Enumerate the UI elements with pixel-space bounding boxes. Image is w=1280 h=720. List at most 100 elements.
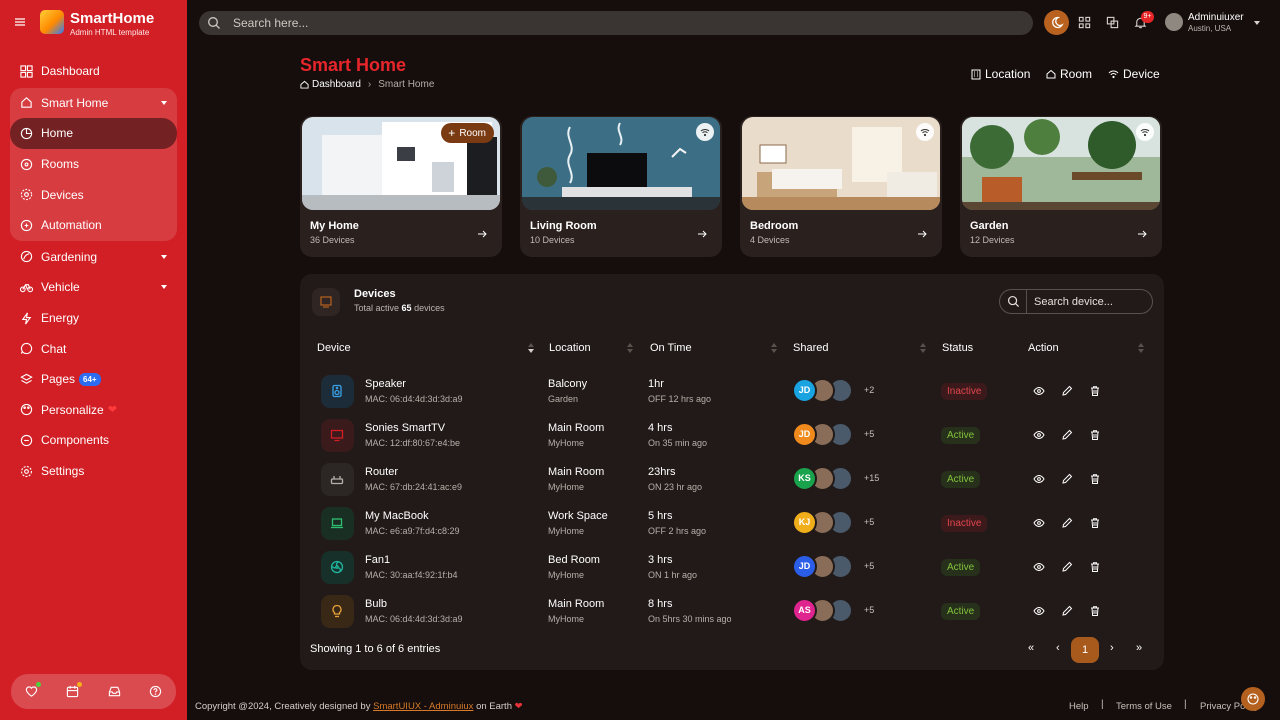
add-room-button[interactable]: + Room <box>441 123 494 143</box>
customize-button[interactable] <box>1241 687 1265 711</box>
column-action[interactable]: Action <box>1028 342 1059 354</box>
sidebar-item-automation[interactable]: Automation <box>10 210 177 241</box>
arrow-right-icon[interactable] <box>917 229 927 239</box>
device-name[interactable]: Speaker <box>365 378 406 390</box>
help-link[interactable]: Help <box>1069 701 1089 712</box>
trash-icon[interactable] <box>1089 517 1101 529</box>
room-card[interactable]: + Room My Home 36 Devices <box>300 116 502 257</box>
sidebar-nav: Dashboard Smart Home Home Rooms Devices <box>10 56 177 486</box>
arrow-right-icon[interactable] <box>477 229 487 239</box>
eye-icon[interactable] <box>1033 473 1045 485</box>
help-icon[interactable] <box>149 685 162 698</box>
room-card[interactable]: Garden 12 Devices <box>960 116 1162 257</box>
device-name[interactable]: Sonies SmartTV <box>365 422 445 434</box>
table-row[interactable]: Fan1 MAC: 30:aa:f4:92:1f:b4 Bed Room MyHome… <box>300 548 1164 592</box>
sort-icon[interactable] <box>627 343 634 354</box>
device-name[interactable]: Fan1 <box>365 554 390 566</box>
sidebar-item-settings[interactable]: Settings <box>10 456 177 487</box>
column-shared[interactable]: Shared <box>793 342 828 354</box>
shared-avatars[interactable]: KS <box>792 466 872 491</box>
device-search-input[interactable]: Search device... <box>1034 296 1113 308</box>
device-name[interactable]: My MacBook <box>365 510 429 522</box>
pencil-icon[interactable] <box>1061 517 1073 529</box>
terms-link[interactable]: Terms of Use <box>1116 701 1172 712</box>
location-button[interactable]: Location <box>971 67 1030 81</box>
device-name[interactable]: Router <box>365 466 398 478</box>
eye-icon[interactable] <box>1033 605 1045 617</box>
device-name[interactable]: Bulb <box>365 598 387 610</box>
sidebar-item-components[interactable]: Components <box>10 425 177 456</box>
chevron-down-icon[interactable] <box>1254 21 1260 25</box>
user-name[interactable]: Adminuiuxer <box>1188 12 1244 23</box>
trash-icon[interactable] <box>1089 429 1101 441</box>
trash-icon[interactable] <box>1089 605 1101 617</box>
trash-icon[interactable] <box>1089 385 1101 397</box>
pagination-next[interactable]: › <box>1110 642 1114 654</box>
pagination-current[interactable]: 1 <box>1071 637 1099 663</box>
pencil-icon[interactable] <box>1061 429 1073 441</box>
sidebar-item-pages[interactable]: Pages 64+ <box>10 364 177 395</box>
shared-avatars[interactable]: JD <box>792 554 872 579</box>
theme-toggle-button[interactable] <box>1044 10 1069 35</box>
shared-avatars[interactable]: AS <box>792 598 872 623</box>
calendar-icon[interactable] <box>66 682 83 698</box>
inbox-icon[interactable] <box>108 685 121 698</box>
pencil-icon[interactable] <box>1061 385 1073 397</box>
room-button[interactable]: Room <box>1046 67 1092 81</box>
pencil-icon[interactable] <box>1061 473 1073 485</box>
search-input[interactable]: Search here... <box>233 16 308 30</box>
sort-icon[interactable] <box>920 343 927 354</box>
shared-avatars[interactable]: KJ <box>792 510 872 535</box>
eye-icon[interactable] <box>1033 561 1045 573</box>
sort-icon[interactable] <box>528 343 535 354</box>
eye-icon[interactable] <box>1033 429 1045 441</box>
sidebar-item-vehicle[interactable]: Vehicle <box>10 272 177 303</box>
column-location[interactable]: Location <box>549 342 591 354</box>
sidebar-item-devices[interactable]: Devices <box>10 179 177 210</box>
avatar[interactable] <box>1165 13 1183 31</box>
table-row[interactable]: Sonies SmartTV MAC: 12:df:80:67:e4:be Main… <box>300 416 1164 460</box>
search-bar[interactable]: Search here... <box>199 11 1033 35</box>
pagination-prev[interactable]: ‹ <box>1056 642 1060 654</box>
column-on-time[interactable]: On Time <box>650 342 692 354</box>
table-row[interactable]: Router MAC: 67:db:24:41:ac:e9 Main Room MyH… <box>300 460 1164 504</box>
arrow-right-icon[interactable] <box>697 229 707 239</box>
room-card[interactable]: Living Room 10 Devices <box>520 116 722 257</box>
apps-grid-icon[interactable] <box>1078 16 1091 29</box>
sort-icon[interactable] <box>771 343 778 354</box>
sidebar-item-personalize[interactable]: Personalize ❤ <box>10 395 177 426</box>
pencil-icon[interactable] <box>1061 605 1073 617</box>
sidebar-item-smart-home[interactable]: Smart Home <box>10 88 177 119</box>
heart-icon[interactable] <box>25 682 42 698</box>
trash-icon[interactable] <box>1089 473 1101 485</box>
table-row[interactable]: Bulb MAC: 06:d4:4d:3d:3d:a9 Main Room MyHom… <box>300 592 1164 636</box>
translate-icon[interactable] <box>1106 16 1119 29</box>
sidebar-item-gardening[interactable]: Gardening <box>10 242 177 273</box>
eye-icon[interactable] <box>1033 385 1045 397</box>
sidebar-item-chat[interactable]: Chat <box>10 333 177 364</box>
device-mac: MAC: 06:d4:4d:3d:3d:a9 <box>365 394 463 404</box>
menu-icon[interactable] <box>14 16 26 28</box>
shared-avatars[interactable]: JD <box>792 422 872 447</box>
sidebar-item-energy[interactable]: Energy <box>10 303 177 334</box>
table-row[interactable]: Speaker MAC: 06:d4:4d:3d:3d:a9 Balcony Gard… <box>300 372 1164 416</box>
designer-link[interactable]: SmartUIUX - Adminuiux <box>373 701 473 712</box>
sidebar-item-dashboard[interactable]: Dashboard <box>10 56 177 87</box>
shared-avatars[interactable]: JD <box>792 378 872 403</box>
column-device[interactable]: Device <box>317 342 351 354</box>
pagination-last[interactable]: » <box>1136 642 1142 654</box>
device-search[interactable]: Search device... <box>999 289 1153 314</box>
pagination-first[interactable]: « <box>1028 642 1034 654</box>
device-button[interactable]: Device <box>1108 67 1160 81</box>
sidebar-item-home[interactable]: Home <box>10 118 177 149</box>
pencil-icon[interactable] <box>1061 561 1073 573</box>
breadcrumb-dashboard[interactable]: Dashboard <box>312 79 361 90</box>
column-status[interactable]: Status <box>942 342 973 354</box>
arrow-right-icon[interactable] <box>1137 229 1147 239</box>
table-row[interactable]: My MacBook MAC: e6:a9:7f:d4:c8:29 Work Spa… <box>300 504 1164 548</box>
sort-icon[interactable] <box>1138 343 1145 354</box>
sidebar-item-rooms[interactable]: Rooms <box>10 149 177 180</box>
eye-icon[interactable] <box>1033 517 1045 529</box>
trash-icon[interactable] <box>1089 561 1101 573</box>
room-card[interactable]: Bedroom 4 Devices <box>740 116 942 257</box>
